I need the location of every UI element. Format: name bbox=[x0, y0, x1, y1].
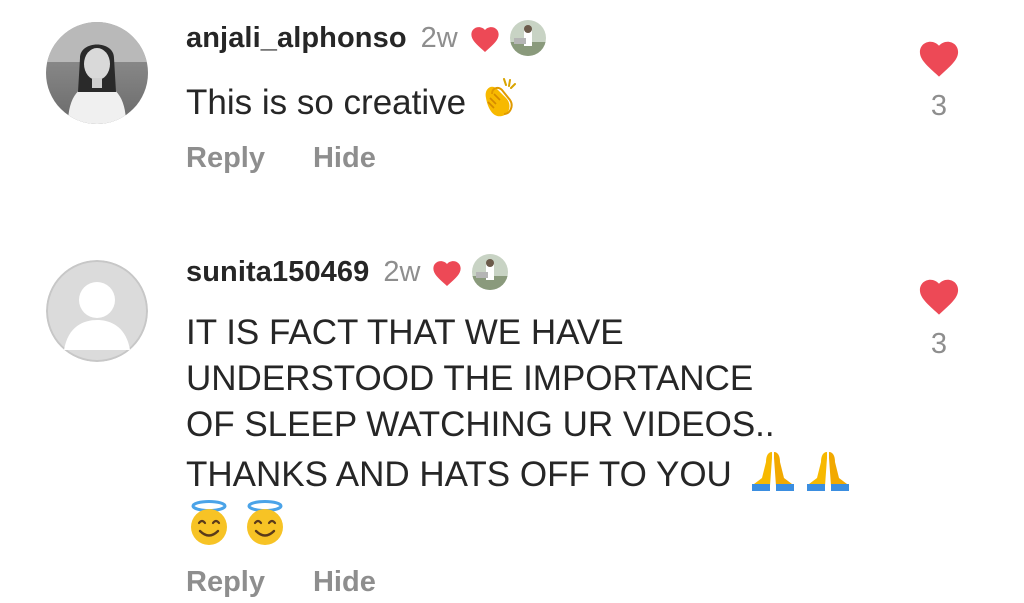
username[interactable]: anjali_alphonso bbox=[186, 22, 407, 55]
username[interactable]: sunita150469 bbox=[186, 256, 369, 289]
comment-time: 2w bbox=[383, 255, 421, 288]
like-column: 3 bbox=[914, 36, 964, 123]
reply-button[interactable]: Reply bbox=[186, 142, 265, 175]
comment-actions: Reply Hide bbox=[186, 142, 376, 175]
folded-hands-icon bbox=[750, 448, 796, 492]
comment-text-line: This is so creative bbox=[186, 83, 467, 122]
comment-text-line: OF SLEEP WATCHING UR VIDEOS.. bbox=[186, 405, 775, 444]
comment-actions: Reply Hide bbox=[186, 566, 376, 599]
comment-text: IT IS FACT THAT WE HAVE UNDERSTOOD THE I… bbox=[186, 310, 851, 552]
like-count[interactable]: 3 bbox=[914, 90, 964, 123]
like-heart-icon[interactable] bbox=[914, 36, 964, 78]
comment-item: anjali_alphonso 2w This is so creative R… bbox=[0, 0, 1024, 200]
like-heart-icon[interactable] bbox=[914, 274, 964, 316]
hide-button[interactable]: Hide bbox=[313, 566, 376, 599]
reply-button[interactable]: Reply bbox=[186, 566, 265, 599]
user-avatar[interactable] bbox=[46, 260, 148, 362]
creator-liked-heart-icon bbox=[468, 23, 502, 53]
hide-button[interactable]: Hide bbox=[313, 142, 376, 175]
creator-avatar-icon bbox=[509, 20, 546, 56]
clapping-hands-icon bbox=[476, 76, 520, 120]
comment-text-line-with-emoji: THANKS AND HATS OFF TO YOU bbox=[186, 448, 851, 498]
smiling-face-with-halo-icon bbox=[242, 500, 288, 546]
emoji-line bbox=[186, 500, 851, 552]
smiling-face-with-halo-icon bbox=[186, 500, 232, 546]
comment-meta: sunita150469 2w bbox=[186, 252, 509, 292]
comment-item: sunita150469 2w IT IS FACT THAT WE HAVE … bbox=[0, 240, 1024, 603]
comment-text: This is so creative bbox=[186, 76, 520, 126]
comment-text-line: THANKS AND HATS OFF TO YOU bbox=[186, 455, 732, 494]
creator-avatar-icon bbox=[472, 254, 509, 290]
comment-meta: anjali_alphonso 2w bbox=[186, 18, 546, 58]
creator-liked-heart-icon bbox=[430, 257, 464, 287]
like-column: 3 bbox=[914, 274, 964, 361]
comment-text-line: IT IS FACT THAT WE HAVE bbox=[186, 313, 624, 352]
like-count[interactable]: 3 bbox=[914, 328, 964, 361]
folded-hands-icon bbox=[805, 448, 851, 492]
comment-time: 2w bbox=[420, 21, 458, 54]
user-avatar[interactable] bbox=[46, 22, 148, 124]
comment-text-line: UNDERSTOOD THE IMPORTANCE bbox=[186, 359, 754, 398]
